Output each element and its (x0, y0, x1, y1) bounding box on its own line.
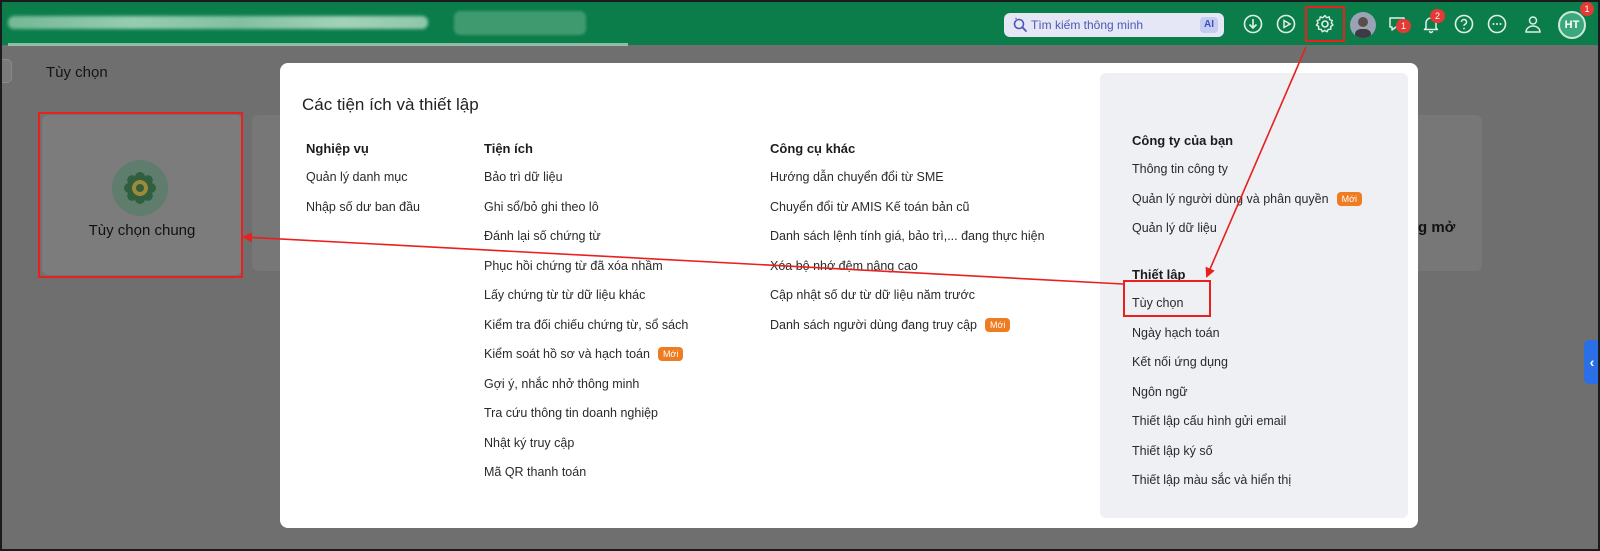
menu-item[interactable]: Cập nhật số dư từ dữ liệu năm trước (770, 286, 1045, 316)
menu-item-label: Quản lý danh mục (306, 170, 408, 184)
menu-item-label: Nhập số dư ban đầu (306, 199, 421, 214)
corner-count-badge: 1 (1580, 2, 1594, 16)
menu-item[interactable]: Kiểm soát hồ sơ và hạch toán Mới (484, 345, 688, 375)
search-placeholder: Tìm kiếm thông minh (1031, 18, 1144, 32)
menu-item-label: Thiết lập ký số (1132, 443, 1213, 458)
help-icon[interactable] (1451, 11, 1477, 37)
column-utilities: Tiện ích Bảo trì dữ liệu Ghi sổ/bỏ ghi th… (484, 139, 688, 493)
menu-item-label: Kiểm soát hồ sơ và hạch toán (484, 347, 650, 361)
screenshot-frame: Tìm kiếm thông minh AI 1 2 HT 1 Tùy chọn… (2, 2, 1598, 549)
modal-title: Các tiện ích và thiết lập (302, 95, 479, 114)
menu-item-label: Đánh lại số chứng từ (484, 229, 601, 243)
menu-item[interactable]: Danh sách lệnh tính giá, bảo trì,... đan… (770, 227, 1045, 257)
menu-item-label: Xóa bộ nhớ đệm nâng cao (770, 258, 918, 273)
blurred-underline (8, 43, 628, 46)
menu-item-label: Nhật ký truy cập (484, 435, 575, 450)
menu-item[interactable]: Quản lý danh mục (306, 168, 420, 198)
options-annotation-box (1123, 280, 1211, 317)
new-badge: Mới (1336, 191, 1362, 206)
menu-item[interactable]: Phục hồi chứng từ đã xóa nhầm (484, 257, 688, 287)
chevron-left-icon: ‹ (1589, 354, 1595, 370)
menu-item-label: Hướng dẫn chuyển đổi từ SME (770, 170, 944, 184)
menu-item[interactable]: Chuyển đổi từ AMIS Kế toán bản cũ (770, 198, 1045, 228)
menu-item[interactable]: Xóa bộ nhớ đệm nâng cao (770, 257, 1045, 287)
menu-item-label: Bảo trì dữ liệu (484, 170, 563, 184)
menu-item-label: Danh sách lệnh tính giá, bảo trì,... đan… (770, 229, 1045, 243)
menu-item-label: Lấy chứng từ từ dữ liệu khác (484, 288, 646, 302)
menu-item-label: Thiết lập cấu hình gửi email (1132, 414, 1287, 428)
smart-search-box[interactable]: Tìm kiếm thông minh AI (1004, 13, 1224, 37)
menu-item-label: Quản lý dữ liệu (1132, 221, 1217, 235)
menu-item[interactable]: Kết nối ứng dụng (1132, 353, 1291, 383)
company-group: Công ty của bạn Thông tin công ty Quản lý… (1132, 131, 1362, 249)
new-badge: Mới (657, 347, 684, 361)
page-title: Tùy chọn (46, 64, 108, 81)
menu-item[interactable]: Đánh lại số chứng từ (484, 227, 688, 257)
menu-item[interactable]: Ngôn ngữ (1132, 383, 1291, 413)
column-other-tools: Công cụ khác Hướng dẫn chuyển đổi từ SME… (770, 139, 1045, 345)
card-annotation-box (38, 112, 243, 278)
menu-item-label: Gợi ý, nhắc nhở thông minh (484, 376, 640, 391)
new-badge: Mới (984, 317, 1011, 332)
menu-item-label: Kiểm tra đối chiếu chứng từ, sổ sách (484, 317, 689, 332)
chat-icon[interactable]: 1 (1384, 11, 1411, 37)
sidebar-toggle[interactable] (2, 59, 12, 83)
menu-item-label: Ngôn ngữ (1132, 384, 1188, 399)
menu-item-label: Ngày hạch toán (1132, 325, 1220, 340)
menu-item[interactable]: Quản lý dữ liệu (1132, 219, 1362, 249)
menu-item-label: Cập nhật số dư từ dữ liệu năm trước (770, 288, 975, 302)
menu-item-label: Ghi sổ/bỏ ghi theo lô (484, 199, 599, 214)
company-group-header: Công ty của bạn (1132, 133, 1234, 148)
menu-item[interactable]: Thiết lập cấu hình gửi email (1132, 412, 1291, 442)
menu-item-label: Thiết lập màu sắc và hiển thị (1132, 473, 1292, 487)
menu-item[interactable]: Kiểm tra đối chiếu chứng từ, sổ sách (484, 316, 688, 346)
menu-item[interactable]: Hướng dẫn chuyển đổi từ SME (770, 168, 1045, 198)
menu-item[interactable]: Ngày hạch toán (1132, 324, 1291, 354)
blurred-company-name (8, 16, 428, 29)
download-icon[interactable] (1240, 11, 1266, 37)
utilities-settings-modal: Các tiện ích và thiết lập Nghiệp vụ Quản… (280, 63, 1418, 528)
menu-item-label: Tra cứu thông tin doanh nghiệp (484, 406, 658, 420)
menu-item-label: Chuyển đổi từ AMIS Kế toán bản cũ (770, 199, 970, 214)
more-icon[interactable] (1484, 11, 1510, 37)
column-header: Nghiệp vụ (306, 141, 369, 156)
profile-avatar[interactable]: HT (1558, 11, 1586, 39)
notification-count-badge: 2 (1430, 9, 1445, 23)
menu-item-label: Thông tin công ty (1132, 162, 1228, 176)
gear-annotation-box (1305, 6, 1345, 42)
play-icon[interactable] (1273, 11, 1299, 37)
blurred-tax-code-chip (454, 11, 586, 35)
menu-item[interactable]: Thiết lập màu sắc và hiển thị (1132, 471, 1291, 501)
menu-item[interactable]: Nhập số dư ban đầu (306, 198, 420, 228)
menu-item-label: Danh sách người dùng đang truy cập (770, 317, 977, 332)
avatar-initials: HT (1564, 19, 1580, 31)
collapse-panel-tab[interactable]: ‹ (1584, 340, 1598, 384)
menu-item[interactable]: Mã QR thanh toán (484, 463, 688, 493)
column-header: Tiện ích (484, 141, 533, 156)
bell-icon[interactable]: 2 (1418, 9, 1445, 37)
menu-item[interactable]: Ghi sổ/bỏ ghi theo lô (484, 198, 688, 228)
menu-item[interactable]: Danh sách người dùng đang truy cập Mới (770, 316, 1045, 346)
menu-item-label: Phục hồi chứng từ đã xóa nhầm (484, 258, 663, 273)
column-operations: Nghiệp vụ Quản lý danh mục Nhập số dư ban… (306, 139, 420, 227)
menu-item[interactable]: Bảo trì dữ liệu (484, 168, 688, 198)
menu-item[interactable]: Tra cứu thông tin doanh nghiệp (484, 404, 688, 434)
menu-item-label: Quản lý người dùng và phân quyền (1132, 191, 1329, 206)
search-icon (1012, 17, 1028, 33)
menu-item[interactable]: Lấy chứng từ từ dữ liệu khác (484, 286, 688, 316)
user-avatar[interactable] (1350, 12, 1376, 38)
account-icon[interactable] (1520, 11, 1546, 37)
option-card-right-label: g mở (1418, 219, 1456, 236)
menu-item[interactable]: Gợi ý, nhắc nhở thông minh (484, 375, 688, 405)
column-header: Công cụ khác (770, 141, 856, 156)
ai-badge[interactable]: AI (1200, 17, 1218, 33)
menu-item[interactable]: Thiết lập ký số (1132, 442, 1291, 472)
menu-item[interactable]: Quản lý người dùng và phân quyền Mới (1132, 190, 1362, 220)
menu-item[interactable]: Thông tin công ty (1132, 160, 1362, 190)
menu-item-label: Kết nối ứng dụng (1132, 355, 1228, 369)
chat-count-badge: 1 (1396, 19, 1411, 33)
top-bar: Tìm kiếm thông minh AI 1 2 HT 1 (2, 2, 1598, 46)
menu-item-label: Mã QR thanh toán (484, 465, 587, 479)
menu-item[interactable]: Nhật ký truy cập (484, 434, 688, 464)
